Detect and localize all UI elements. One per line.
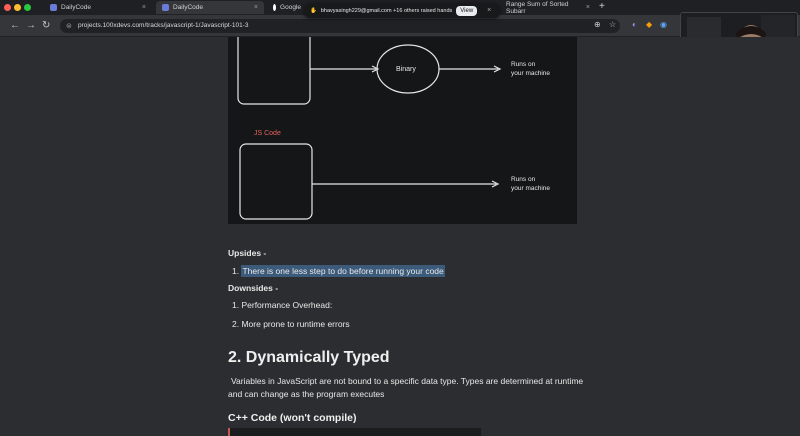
downside-item-1: 1. Performance Overhead: bbox=[232, 300, 332, 310]
bookmark-star-icon[interactable]: ☆ bbox=[609, 20, 616, 29]
back-icon[interactable]: ← bbox=[10, 20, 20, 31]
section-text-line-2: and can change as the program executes bbox=[228, 389, 385, 399]
maximize-window-icon[interactable] bbox=[24, 4, 31, 11]
google-favicon-icon bbox=[273, 4, 277, 11]
close-window-icon[interactable] bbox=[4, 4, 11, 11]
list-number: 2. bbox=[232, 319, 240, 329]
forward-icon[interactable]: → bbox=[26, 20, 36, 31]
list-item-text: Performance Overhead: bbox=[241, 300, 333, 310]
list-item-text: More prone to runtime errors bbox=[241, 319, 350, 329]
upside-item-1: 1. There is one less step to do before r… bbox=[232, 265, 445, 277]
close-tab-icon[interactable]: × bbox=[142, 4, 146, 11]
section-text-line-1: Variables in JavaScript are not bound to… bbox=[231, 376, 584, 386]
dailycode-favicon-icon bbox=[162, 4, 169, 11]
minimize-window-icon[interactable] bbox=[14, 4, 21, 11]
js-code-label: JS Code bbox=[254, 130, 281, 137]
tab-dailycode-1[interactable]: DailyCode × bbox=[44, 1, 152, 14]
window-controls bbox=[4, 4, 31, 11]
raised-hands-notification: ✋ bhavyasingh229@gmail.com +16 others ra… bbox=[304, 3, 500, 18]
close-tab-icon[interactable]: × bbox=[586, 4, 590, 11]
notification-text: bhavyasingh229@gmail.com +16 others rais… bbox=[320, 7, 453, 14]
js-code-box bbox=[239, 143, 313, 220]
upsides-heading: Upsides - bbox=[228, 248, 267, 258]
tab-title: Google bbox=[280, 4, 301, 11]
tab-title: DailyCode bbox=[173, 4, 203, 11]
close-tab-icon[interactable]: × bbox=[254, 4, 258, 11]
close-notification-icon[interactable]: × bbox=[487, 7, 491, 14]
site-info-icon[interactable]: ⊜ bbox=[66, 22, 72, 30]
binary-label: Binary bbox=[396, 66, 416, 73]
tab-title: Range Sum of Sorted Subarr bbox=[506, 0, 569, 15]
tab-dailycode-2[interactable]: DailyCode × bbox=[156, 1, 264, 14]
tab-range-sum[interactable]: Range Sum of Sorted Subarr × bbox=[500, 0, 596, 15]
diagram-drawing: Binary Runs on your machine JS Code Runs… bbox=[237, 30, 550, 220]
url-field[interactable]: ⊜ projects.100xdevs.com/tracks/javascrip… bbox=[60, 19, 620, 33]
runs-on-label: Runs on bbox=[511, 61, 536, 68]
extension-icon[interactable]: ◉ bbox=[660, 20, 667, 29]
zoom-icon[interactable]: ⊕ bbox=[594, 20, 601, 29]
new-tab-icon[interactable]: + bbox=[599, 1, 605, 12]
selected-text[interactable]: There is one less step to do before runn… bbox=[241, 265, 445, 277]
tab-title: DailyCode bbox=[61, 4, 91, 11]
downside-item-2: 2. More prone to runtime errors bbox=[232, 319, 350, 329]
subheading: C++ Code (won't compile) bbox=[228, 412, 357, 424]
tab-google[interactable]: Google bbox=[267, 1, 307, 14]
extension-icon[interactable]: ◐ bbox=[632, 20, 637, 29]
hand-icon: ✋ bbox=[310, 7, 317, 14]
reload-icon[interactable]: ↻ bbox=[42, 20, 50, 31]
your-machine-label: your machine bbox=[511, 70, 550, 77]
source-box bbox=[237, 30, 311, 105]
page-content: Binary Runs on your machine JS Code Runs… bbox=[0, 30, 800, 436]
list-number: 1. bbox=[232, 300, 240, 310]
downsides-heading: Downsides - bbox=[228, 283, 279, 293]
runs-on-label: Runs on bbox=[511, 176, 536, 183]
extension-icon[interactable]: ◆ bbox=[646, 20, 652, 29]
section-heading: 2. Dynamically Typed bbox=[228, 349, 390, 366]
list-number: 1. bbox=[232, 266, 240, 276]
compilation-diagram: Binary Runs on your machine JS Code Runs… bbox=[228, 30, 577, 224]
your-machine-label: your machine bbox=[511, 185, 550, 192]
view-button[interactable]: View bbox=[456, 5, 478, 16]
dailycode-favicon-icon bbox=[50, 4, 57, 11]
url-text: projects.100xdevs.com/tracks/javascript-… bbox=[78, 22, 249, 29]
